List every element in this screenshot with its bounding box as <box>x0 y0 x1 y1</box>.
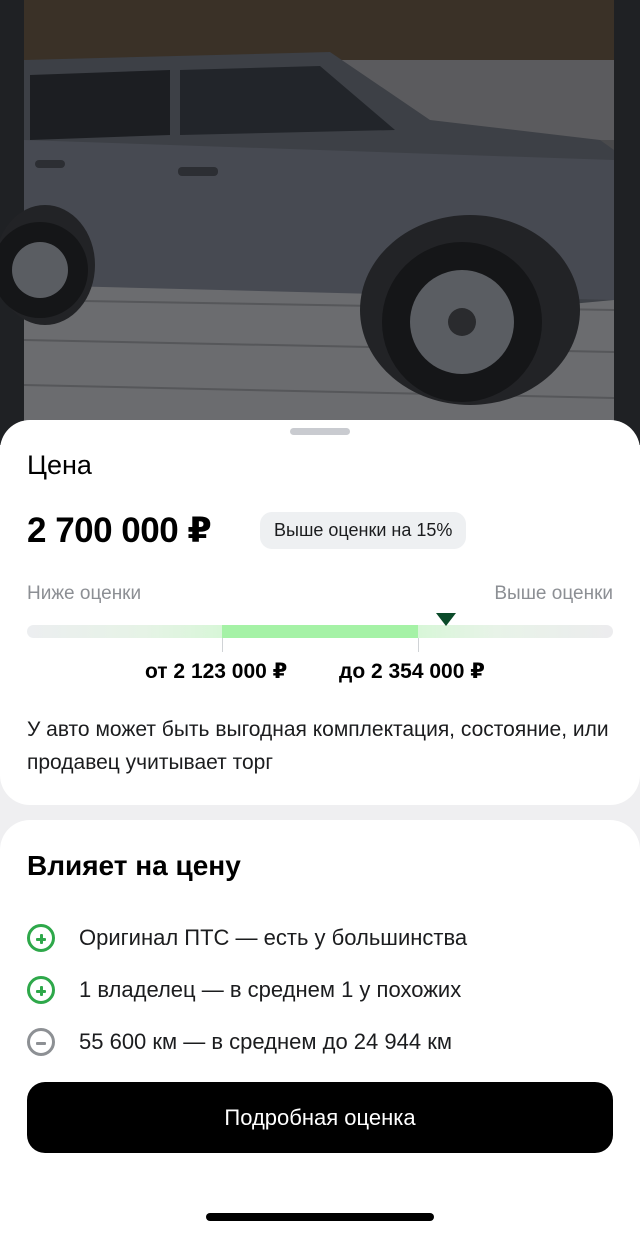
car-photo[interactable] <box>0 0 640 445</box>
factors-list: Оригинал ПТС — есть у большинства 1 влад… <box>27 912 467 1068</box>
factor-item: 55 600 км — в среднем до 24 944 км <box>27 1016 467 1068</box>
factor-text: 55 600 км — в среднем до 24 944 км <box>79 1029 452 1054</box>
range-to-value: до 2 354 000 ₽ <box>339 660 485 683</box>
price-value: 2 700 000 ₽ <box>27 511 212 550</box>
scale-low-label: Ниже оценки <box>27 583 142 604</box>
price-note: У авто может быть выгодная комплектация,… <box>27 718 609 774</box>
price-scale-track <box>27 625 613 638</box>
price-assessment-badge: Выше оценки на 15% <box>260 512 467 549</box>
detailed-assessment-button[interactable]: Подробная оценка <box>27 1082 613 1153</box>
scale-high-label: Выше оценки <box>494 583 613 604</box>
sheet-grabber[interactable] <box>290 428 350 435</box>
factor-item: Оригинал ПТС — есть у большинства <box>27 912 467 964</box>
price-section-title: Цена <box>27 450 92 480</box>
minus-circle-icon <box>27 1028 55 1056</box>
price-sheet: Цена 2 700 000 ₽ Выше оценки на 15% Ниже… <box>0 420 640 805</box>
range-from-value: от 2 123 000 ₽ <box>145 660 288 683</box>
factor-text: Оригинал ПТС — есть у большинства <box>79 925 468 950</box>
car-photo-illustration <box>0 0 640 445</box>
plus-circle-icon <box>27 976 55 1004</box>
price-factors-card: Влияет на цену Оригинал ПТС — есть у бол… <box>0 820 640 1236</box>
range-start-tick <box>222 638 223 652</box>
range-end-tick <box>418 638 419 652</box>
factor-item: 1 владелец — в среднем 1 у похожих <box>27 964 467 1016</box>
current-price-marker <box>436 613 456 626</box>
plus-circle-icon <box>27 924 55 952</box>
fair-price-range-fill <box>222 625 418 638</box>
factors-title: Влияет на цену <box>27 850 241 881</box>
factor-text: 1 владелец — в среднем 1 у похожих <box>79 977 462 1002</box>
home-indicator <box>206 1213 434 1221</box>
